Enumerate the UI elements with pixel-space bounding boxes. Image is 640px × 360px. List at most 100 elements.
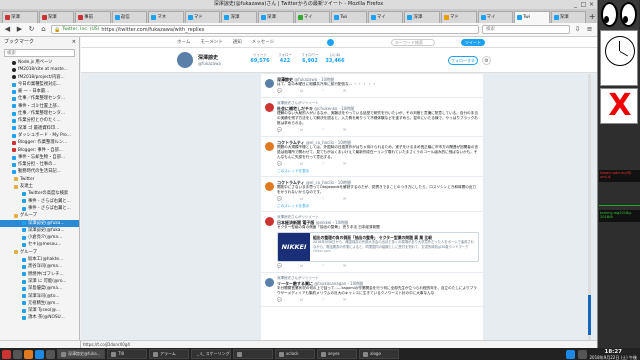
follow-button[interactable]: フォローする xyxy=(448,56,478,65)
like-icon[interactable]: ♡ xyxy=(321,196,325,202)
browser-tab[interactable]: 深澤 xyxy=(2,11,38,23)
bookmark-item[interactable]: 元祖精生(@m... xyxy=(0,300,79,307)
gear-icon[interactable]: ⚙ xyxy=(482,56,491,65)
nav-messages[interactable]: メッセージ xyxy=(252,39,274,45)
retweet-icon[interactable]: ⇄ xyxy=(300,297,303,303)
taskbar-task[interactable]: xeyes xyxy=(317,349,357,359)
tweet[interactable]: コクトラムティ @el_co_hacilo · 10時間 開拓中にさないまま思って… xyxy=(261,177,483,212)
sidebar-close-button[interactable]: × xyxy=(72,37,76,48)
reply-icon[interactable]: 💬 xyxy=(277,127,282,133)
bookmark-item[interactable]: 深澤諒史(@fuka... xyxy=(0,219,79,227)
bookmark-item[interactable]: Blogger: 作業整理ルン... xyxy=(0,139,79,146)
browser-tab[interactable]: Twi xyxy=(331,11,367,23)
browser-tab[interactable]: マイ xyxy=(294,11,331,23)
scrollbar-thumb[interactable] xyxy=(588,295,591,335)
volume-icon[interactable] xyxy=(577,349,587,359)
network-icon[interactable] xyxy=(565,349,575,359)
bookmark-item[interactable]: 雇 一 - 日本最... xyxy=(0,88,79,95)
stat-following[interactable]: フォロー 422 xyxy=(274,53,296,64)
show-thread-link[interactable]: このスレッドを表示 xyxy=(277,202,479,208)
window-titlebar[interactable]: 深澤諒史(@fukazawa)さん | Twitterからの最新ツイート - M… xyxy=(0,0,597,9)
stat-followers[interactable]: フォロワー 6,902 xyxy=(299,53,321,64)
sidebar-title[interactable]: ブックマーク xyxy=(4,37,34,48)
dm-icon[interactable]: ✉ xyxy=(343,263,346,269)
taskbar-task[interactable]: 深澤諒史@fuka... xyxy=(57,349,105,359)
bookmark-item[interactable]: 事件・忘却生物・自部... xyxy=(0,154,79,161)
tweet[interactable]: 深澤諒史さんがリツイート リーター敵する業に @tsukasanagan · 10… xyxy=(261,273,483,307)
page-scrollbar[interactable] xyxy=(588,74,591,340)
bookmark-item[interactable]: 深澤洋司(@to... xyxy=(0,293,79,300)
xeyes-window[interactable] xyxy=(599,0,639,30)
bookmark-item[interactable]: Node.js 用ページ xyxy=(0,59,79,66)
browser-tab[interactable]: 深澤 xyxy=(38,11,75,23)
profile-avatar[interactable] xyxy=(177,52,193,68)
bookmark-item[interactable]: 坂本工(@hakte... xyxy=(0,256,79,263)
reply-icon[interactable]: 💬 xyxy=(277,297,282,303)
bookmark-folder[interactable]: グループ xyxy=(0,249,79,256)
twitter-search-input[interactable]: キーワード検索 xyxy=(391,39,435,46)
browser-tab[interactable]: マネ xyxy=(148,11,184,23)
show-thread-link[interactable]: このスレッドを表示 xyxy=(277,167,479,173)
taskbar-task[interactable]: _ s_ スケーリング... xyxy=(191,349,231,359)
tweet[interactable]: 深澤諒史 @fukazawa · 10時間 はて、急中木曜日に相模共汽申に航行配信… xyxy=(261,74,483,98)
tweet-avatar[interactable] xyxy=(265,182,274,191)
terminal-launcher-icon[interactable] xyxy=(46,349,55,359)
reply-icon[interactable]: 💬 xyxy=(277,196,282,202)
close-window-button[interactable]: × xyxy=(588,1,595,8)
twitter-bird-icon[interactable] xyxy=(327,39,334,46)
taskbar-task[interactable]: アラーム xyxy=(149,349,189,359)
browser-tab[interactable]: マイ xyxy=(367,11,404,23)
browser-tab[interactable]: 深澤 xyxy=(258,11,294,23)
tweet-avatar[interactable] xyxy=(265,103,274,112)
browser-tab[interactable]: マド xyxy=(440,11,477,23)
bookmark-item[interactable]: fM2018/site at maste... xyxy=(0,66,79,73)
nav-moments[interactable]: モーメント xyxy=(200,39,222,45)
bookmark-item[interactable]: 仕事／作業整理センタ... xyxy=(0,110,79,117)
bookmark-folder[interactable]: グループ xyxy=(0,212,79,219)
bookmark-item[interactable]: 勤務時代の生活日記... xyxy=(0,168,79,175)
stat-likes[interactable]: いいね 33,466 xyxy=(324,53,346,64)
xlogo-window[interactable]: X xyxy=(600,88,638,124)
tweet-avatar[interactable] xyxy=(265,79,274,88)
bookmark-item[interactable]: 深澤 ゴ 最適資料印... xyxy=(0,125,79,132)
bookmark-item[interactable]: 作業分担とかのたく... xyxy=(0,117,79,124)
files-launcher-icon[interactable] xyxy=(35,349,44,359)
bookmark-folder[interactable]: 友達土 xyxy=(0,183,79,190)
new-tab-button[interactable]: + xyxy=(587,11,597,23)
tweet[interactable]: コクトラムティ @el_co_hacilo · 10時間 問題の大規模不穏としては… xyxy=(261,137,483,177)
terminal-red-text[interactable]: kiwani-add-myi@-umi.# xyxy=(599,170,640,182)
browser-tab[interactable]: 深澤 xyxy=(404,11,440,23)
firefox-launcher-icon[interactable] xyxy=(24,349,33,359)
taskbar-task[interactable]: xclock xyxy=(275,349,315,359)
nav-notifications[interactable]: 通知 xyxy=(233,39,242,45)
browser-tab[interactable]: 深澤 xyxy=(221,11,258,23)
forward-icon[interactable]: ▶ xyxy=(15,25,24,34)
nav-home[interactable]: ホーム xyxy=(177,39,190,45)
retweet-icon[interactable]: ⇄ xyxy=(300,196,303,202)
bookmark-item[interactable]: Blogger: 事件・自部... xyxy=(0,147,79,154)
browser-tab[interactable]: 返信 xyxy=(111,11,148,23)
retweet-icon[interactable]: ⇄ xyxy=(300,161,303,167)
reply-icon[interactable]: 💬 xyxy=(277,161,282,167)
menu-icon[interactable]: ≡ xyxy=(585,25,594,34)
browser-tab[interactable]: マド xyxy=(184,11,221,23)
reload-icon[interactable]: ↻ xyxy=(27,25,36,34)
download-icon[interactable]: ⇩ xyxy=(573,25,582,34)
bookmark-item[interactable]: 小倉亮介(@ma... xyxy=(0,234,79,241)
dm-icon[interactable]: ✉ xyxy=(343,127,346,133)
bookmark-item[interactable]: 燃焼仲/ゴフレチ... xyxy=(0,271,79,278)
profile-name[interactable]: 深澤諒史 xyxy=(198,54,218,61)
taskbar-task[interactable] xyxy=(233,349,273,359)
bookmark-folder[interactable]: Twitter xyxy=(0,176,79,183)
like-icon[interactable]: ♡ xyxy=(321,263,325,269)
tweet-button[interactable]: ツイート xyxy=(461,39,485,46)
retweet-icon[interactable]: ⇄ xyxy=(300,88,303,94)
like-icon[interactable]: ♡ xyxy=(321,88,325,94)
bookmark-item[interactable]: 今日の業種監視対応... xyxy=(0,81,79,88)
taskbar-task[interactable]: xlogo xyxy=(359,349,399,359)
bookmark-item[interactable]: ダッシュボード - My Pro... xyxy=(0,132,79,139)
browser-tab[interactable]: 深澤 xyxy=(550,11,587,23)
tweet[interactable]: 深澤諒史さんがリツイート 社会に補宅しだチキ @chukenko · 10時間 理解… xyxy=(261,98,483,137)
reply-icon[interactable]: 💬 xyxy=(277,88,282,94)
like-icon[interactable]: ♡ xyxy=(321,161,325,167)
